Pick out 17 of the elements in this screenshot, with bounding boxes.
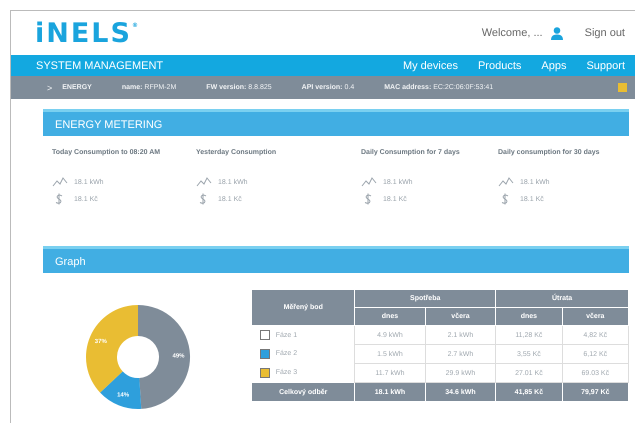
chevron-icon: > xyxy=(47,82,52,92)
user-icon xyxy=(550,26,563,40)
nav-title: SYSTEM MANAGEMENT xyxy=(36,60,164,72)
nav-link[interactable]: My devices xyxy=(402,60,458,72)
line-chart-icon xyxy=(52,177,68,187)
sign-out-link[interactable]: Sign out xyxy=(584,27,625,39)
section-header: Graph xyxy=(43,246,629,273)
nav-link[interactable]: Apps xyxy=(541,60,566,72)
status-icon xyxy=(618,83,627,92)
nav-link[interactable]: Products xyxy=(478,60,522,72)
logo: iNELS$^{®}$ xyxy=(35,18,138,48)
nav-link[interactable]: Support xyxy=(586,60,625,72)
line-chart-icon xyxy=(196,177,212,187)
section-header: ENERGY METERING xyxy=(43,109,629,136)
line-chart-icon xyxy=(361,177,377,187)
line-chart-icon xyxy=(498,177,514,187)
welcome-text: Welcome, ... xyxy=(482,27,543,39)
